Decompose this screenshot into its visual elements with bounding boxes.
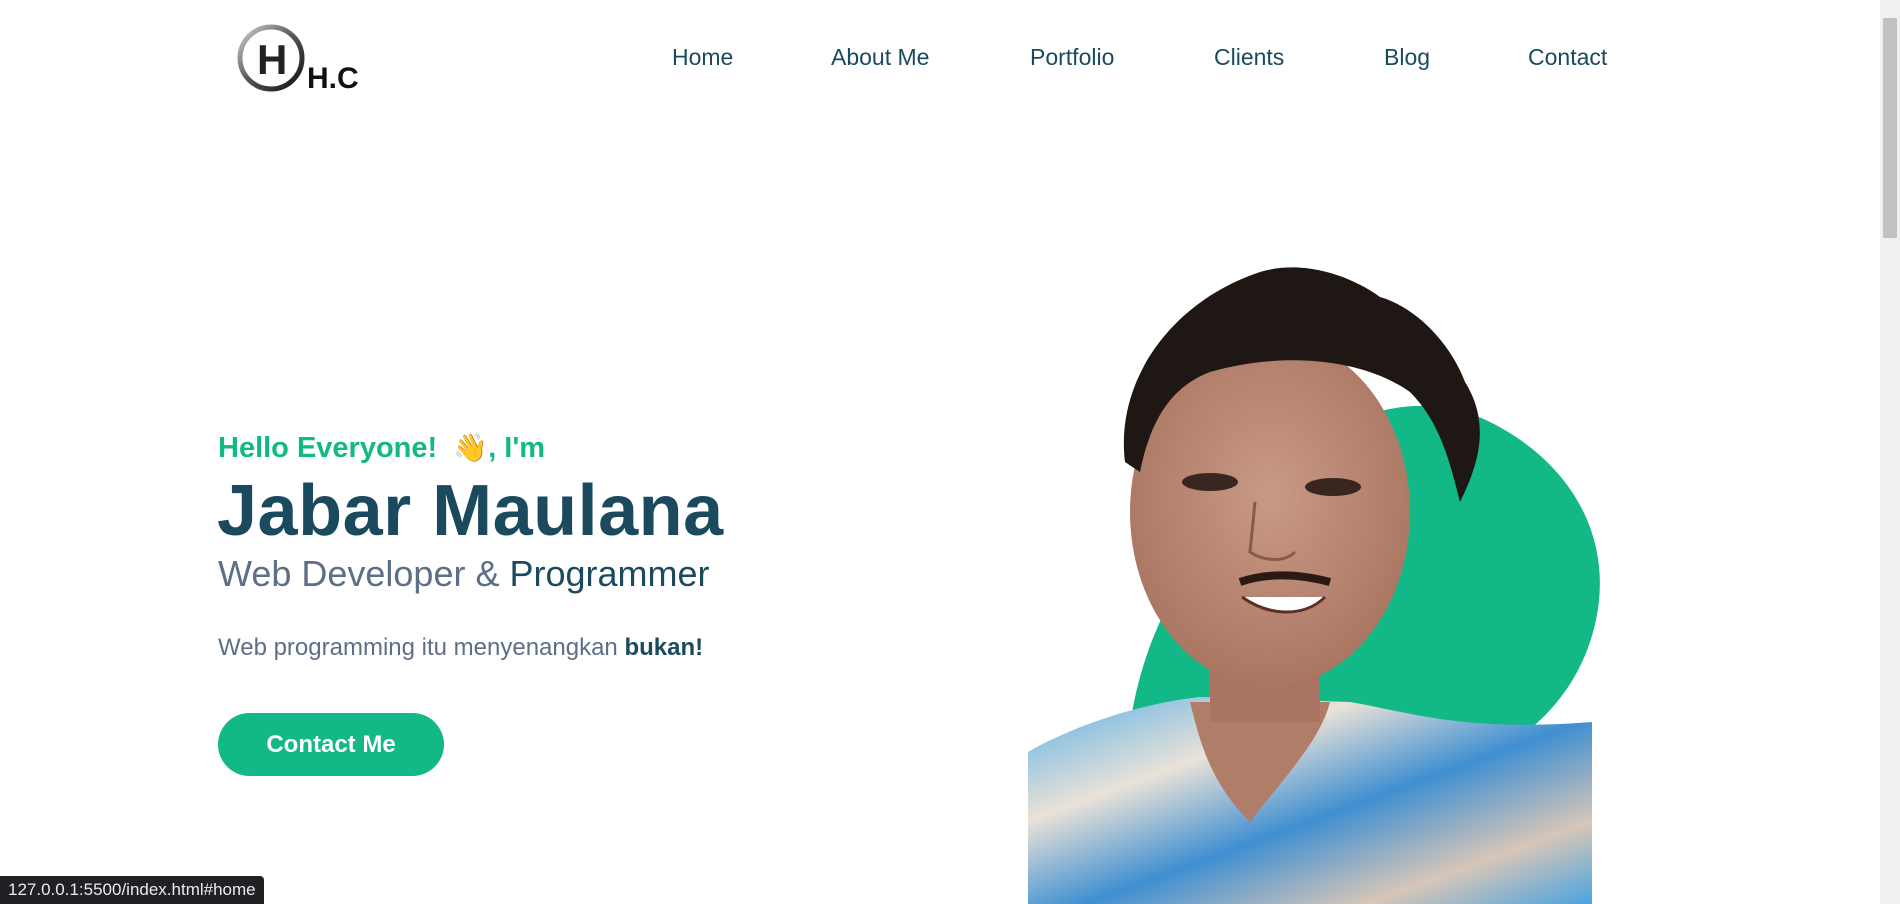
nav-blog[interactable]: Blog <box>1384 44 1430 71</box>
nav-clients[interactable]: Clients <box>1214 44 1284 71</box>
waving-hand-icon: 👋 <box>453 431 489 464</box>
nav-home[interactable]: Home <box>672 44 733 71</box>
hero-role: Web Developer & Programmer <box>218 553 710 594</box>
tagline-emphasis: bukan! <box>624 634 704 661</box>
hero-tagline: Web programming itu menyenangkan bukan! <box>218 634 704 661</box>
hero-name: Jabar Maulana <box>217 471 724 551</box>
main-nav: Home About Me Portfolio Clients Blog Con… <box>0 44 1880 76</box>
browser-status-url: 127.0.0.1:5500/index.html#home <box>0 876 264 904</box>
hero-portrait <box>1020 262 1620 904</box>
nav-about-me[interactable]: About Me <box>831 44 929 71</box>
nav-contact[interactable]: Contact <box>1528 44 1607 71</box>
contact-me-button[interactable]: Contact Me <box>218 713 444 776</box>
nav-portfolio[interactable]: Portfolio <box>1030 44 1114 71</box>
page-scrollbar[interactable] <box>1880 0 1900 904</box>
hero-greeting: Hello Everyone! 👋, I'm <box>218 431 546 464</box>
portrait-illustration <box>1028 267 1600 904</box>
scrollbar-thumb[interactable] <box>1883 18 1897 238</box>
